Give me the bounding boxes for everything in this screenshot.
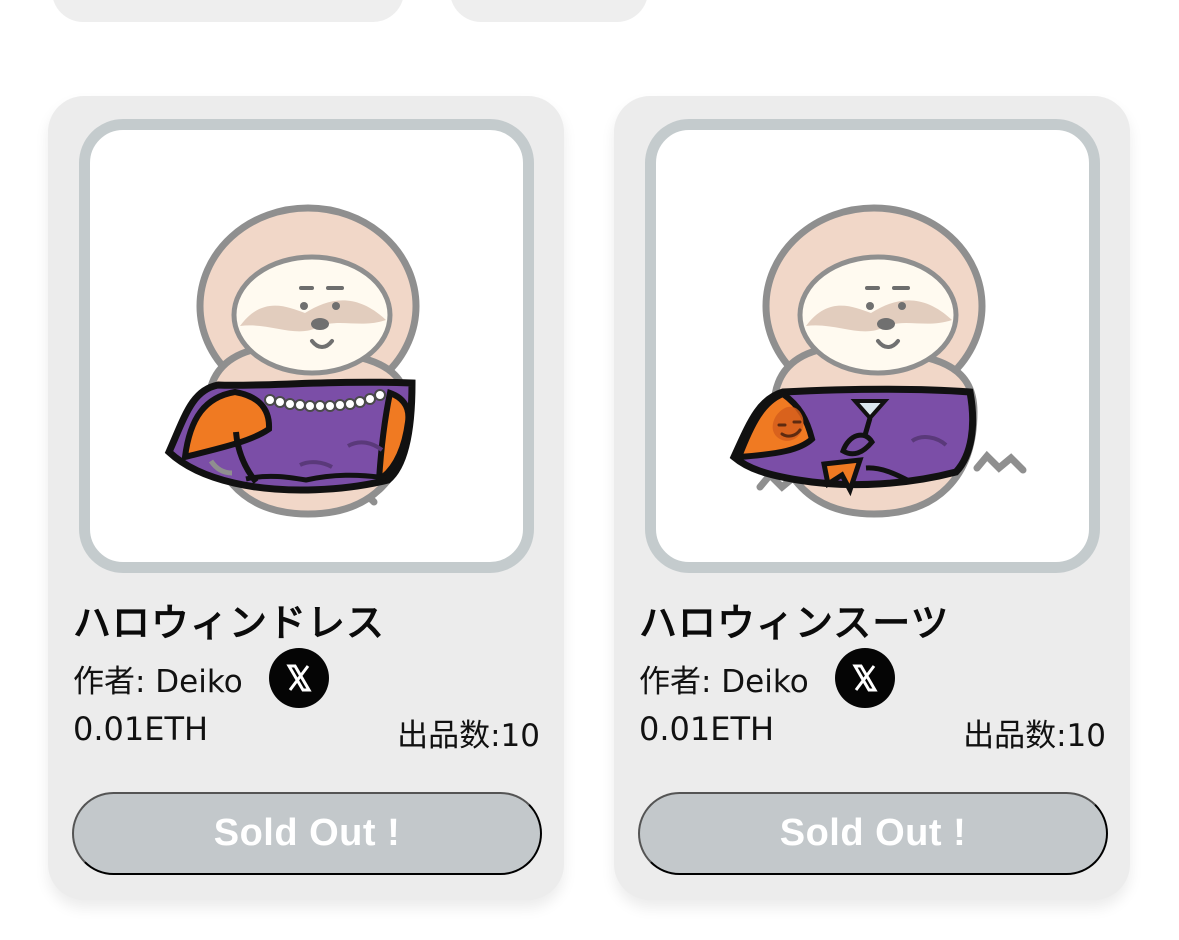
- price-label: 0.01ETH: [639, 710, 775, 748]
- author-label: 作者: Deiko: [73, 663, 243, 700]
- sold-out-button[interactable]: Sold Out !: [72, 792, 542, 875]
- sold-out-button[interactable]: Sold Out !: [638, 792, 1108, 875]
- x-logo-icon[interactable]: [834, 648, 895, 708]
- product-card-halloween-suit[interactable]: ハロウィンスーツ 作者: Deiko 0.01ETH 出品数:10 Sold O…: [614, 96, 1130, 900]
- product-title: ハロウィンドレス: [73, 601, 386, 645]
- top-filter-pill-right[interactable]: [450, 0, 648, 22]
- author-row: 作者: Deiko: [73, 648, 329, 708]
- product-title: ハロウィンスーツ: [639, 601, 950, 645]
- sloth-halloween-dress-illustration: [164, 204, 420, 518]
- price-label: 0.01ETH: [73, 710, 209, 748]
- product-artwork-frame[interactable]: [79, 119, 534, 573]
- product-card-halloween-dress[interactable]: ハロウィンドレス 作者: Deiko 0.01ETH 出品数:10 Sold O…: [48, 96, 564, 900]
- product-artwork-frame[interactable]: [645, 119, 1100, 573]
- author-label: 作者: Deiko: [639, 663, 809, 700]
- author-row: 作者: Deiko: [639, 648, 895, 708]
- top-filter-pill-left[interactable]: [52, 0, 404, 22]
- listing-count-label: 出品数:10: [963, 718, 1106, 754]
- listing-count-label: 出品数:10: [397, 718, 540, 754]
- x-logo-icon[interactable]: [268, 648, 329, 708]
- sloth-halloween-suit-illustration: [729, 204, 1027, 518]
